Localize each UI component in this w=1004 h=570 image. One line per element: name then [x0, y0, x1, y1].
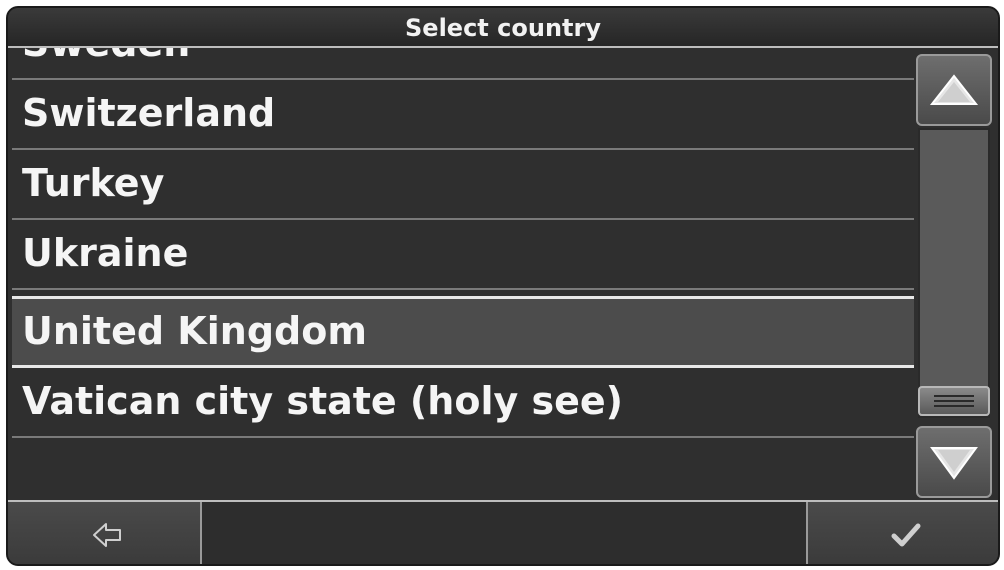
list-item-switzerland[interactable]: Switzerland — [12, 80, 914, 150]
list-item-label: Ukraine — [22, 231, 189, 275]
list-item-united-kingdom[interactable]: United Kingdom — [12, 296, 914, 368]
triangle-down-icon — [918, 428, 990, 496]
scroll-thumb[interactable] — [918, 386, 990, 416]
page-title: Select country — [405, 14, 601, 42]
triangle-up-icon — [918, 56, 990, 124]
bottom-bar — [8, 500, 998, 564]
country-list[interactable]: Sweden Switzerland Turkey Ukraine United… — [12, 48, 914, 498]
list-item-label: Turkey — [22, 161, 165, 205]
list-item-label: Sweden — [22, 48, 190, 65]
list-item-ukraine[interactable]: Ukraine — [12, 220, 914, 290]
back-button[interactable] — [8, 502, 202, 564]
grip-lines-icon — [920, 388, 988, 414]
checkmark-icon — [808, 502, 998, 564]
back-arrow-icon — [8, 502, 200, 564]
scroll-down-button[interactable] — [916, 426, 992, 498]
title-bar: Select country — [8, 8, 998, 48]
confirm-button[interactable] — [806, 502, 998, 564]
list-item-label: United Kingdom — [22, 309, 367, 353]
scroll-track[interactable] — [918, 128, 990, 418]
list-item-turkey[interactable]: Turkey — [12, 150, 914, 220]
list-item-label: Switzerland — [22, 91, 276, 135]
list-item-vatican-city-state[interactable]: Vatican city state (holy see) — [12, 368, 914, 438]
list-item-sweden[interactable]: Sweden — [12, 48, 914, 80]
scrollbar[interactable] — [916, 52, 994, 498]
scroll-up-button[interactable] — [916, 54, 992, 126]
footer-spacer — [202, 502, 806, 564]
country-select-screen: Select country Sweden Switzerland Turkey… — [6, 6, 1000, 566]
list-item-label: Vatican city state (holy see) — [22, 379, 624, 423]
